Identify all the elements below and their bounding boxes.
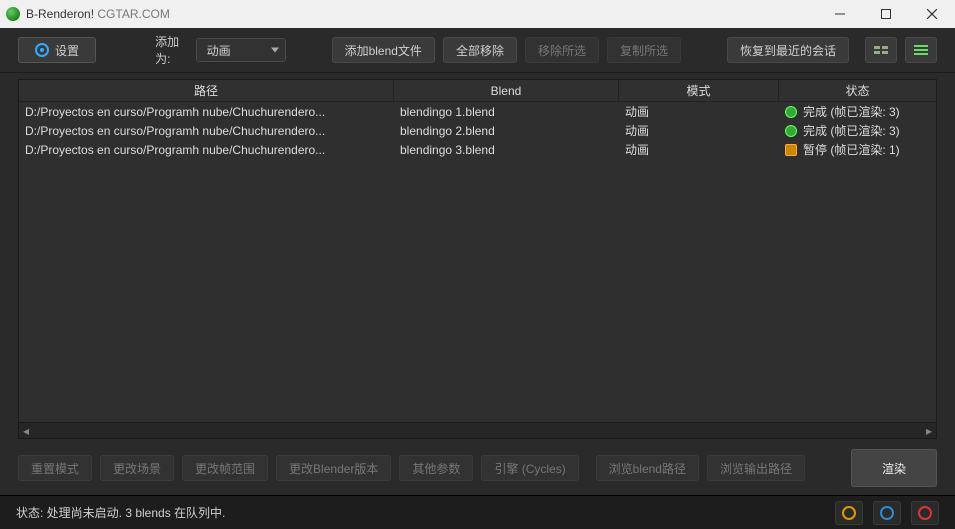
status-text-cell: 完成 (帧已渲染: 3) <box>803 122 900 139</box>
gear-icon <box>35 43 49 57</box>
col-header-path[interactable]: 路径 <box>19 80 394 101</box>
change-scene-button[interactable]: 更改场景 <box>100 455 174 481</box>
window-minimize-button[interactable] <box>817 0 863 28</box>
remove-all-button[interactable]: 全部移除 <box>443 37 517 63</box>
cell-path: D:/Proyectos en curso/Programh nube/Chuc… <box>19 121 394 140</box>
cell-path: D:/Proyectos en curso/Programh nube/Chuc… <box>19 102 394 121</box>
cell-blend: blendingo 1.blend <box>394 102 619 121</box>
engine-button[interactable]: 引擎 (Cycles) <box>481 455 578 481</box>
view-grid-button[interactable] <box>865 37 897 63</box>
table-row[interactable]: D:/Proyectos en curso/Programh nube/Chuc… <box>19 121 936 140</box>
add-blend-button[interactable]: 添加blend文件 <box>332 37 435 63</box>
status-text-cell: 完成 (帧已渲染: 3) <box>803 103 900 120</box>
window-maximize-button[interactable] <box>863 0 909 28</box>
remove-selected-label: 移除所选 <box>538 42 586 59</box>
browse-output-button[interactable]: 浏览输出路径 <box>707 455 805 481</box>
cell-status: 完成 (帧已渲染: 3) <box>779 121 936 140</box>
col-header-blend[interactable]: Blend <box>394 80 619 101</box>
grid-icon <box>874 46 888 54</box>
remove-all-label: 全部移除 <box>456 42 504 59</box>
add-as-select[interactable]: 动画 <box>196 38 286 62</box>
status-text: 状态: 处理尚未启动. 3 blends 在队列中. <box>16 504 225 521</box>
bottom-toolbar: 重置模式 更改场景 更改帧范围 更改Blender版本 其他参数 引擎 (Cyc… <box>0 441 955 495</box>
list-icon <box>914 45 928 55</box>
scroll-right-icon[interactable]: ▸ <box>922 424 936 438</box>
add-blend-label: 添加blend文件 <box>345 42 422 59</box>
change-range-button[interactable]: 更改帧范围 <box>182 455 268 481</box>
add-as-value: 动画 <box>207 42 231 59</box>
restore-session-button[interactable]: 恢复到最近的会话 <box>727 37 849 63</box>
other-args-button[interactable]: 其他参数 <box>399 455 473 481</box>
info-icon <box>842 506 856 520</box>
scroll-track[interactable] <box>47 424 908 438</box>
cell-status: 完成 (帧已渲染: 3) <box>779 102 936 121</box>
window-close-button[interactable] <box>909 0 955 28</box>
status-bar: 状态: 处理尚未启动. 3 blends 在队列中. <box>0 495 955 529</box>
browse-blend-button[interactable]: 浏览blend路径 <box>596 455 699 481</box>
app-icon <box>6 7 20 21</box>
table-row[interactable]: D:/Proyectos en curso/Programh nube/Chuc… <box>19 140 936 159</box>
copy-selected-label: 复制所选 <box>620 42 668 59</box>
settings-label: 设置 <box>55 42 79 59</box>
queue-table: 路径 Blend 模式 状态 D:/Proyectos en curso/Pro… <box>18 79 937 439</box>
table-body: D:/Proyectos en curso/Programh nube/Chuc… <box>19 102 936 422</box>
cell-status: 暂停 (帧已渲染: 1) <box>779 140 936 159</box>
horizontal-scrollbar[interactable]: ◂ ▸ <box>19 422 936 438</box>
render-label: 渲染 <box>882 460 906 477</box>
view-list-button[interactable] <box>905 37 937 63</box>
table-row[interactable]: D:/Proyectos en curso/Programh nube/Chuc… <box>19 102 936 121</box>
settings-small-icon <box>880 506 894 520</box>
col-header-mode[interactable]: 模式 <box>619 80 779 101</box>
power-button[interactable] <box>911 501 939 525</box>
power-icon <box>918 506 932 520</box>
scroll-left-icon[interactable]: ◂ <box>19 424 33 438</box>
reset-mode-button[interactable]: 重置模式 <box>18 455 92 481</box>
settings-button[interactable]: 设置 <box>18 37 96 63</box>
copy-selected-button[interactable]: 复制所选 <box>607 37 681 63</box>
titlebar: B-Renderon! CGTAR.COM <box>0 0 955 28</box>
add-as-label: 添加为: <box>155 33 188 67</box>
cell-mode: 动画 <box>619 121 779 140</box>
cell-blend: blendingo 3.blend <box>394 140 619 159</box>
config-button[interactable] <box>873 501 901 525</box>
toolbar: 设置 添加为: 动画 添加blend文件 全部移除 移除所选 复制所选 恢复到最… <box>0 28 955 73</box>
app-title: B-Renderon! CGTAR.COM <box>26 7 170 21</box>
checkmark-icon <box>785 106 797 118</box>
info-button[interactable] <box>835 501 863 525</box>
change-version-button[interactable]: 更改Blender版本 <box>276 455 391 481</box>
cell-blend: blendingo 2.blend <box>394 121 619 140</box>
checkmark-icon <box>785 125 797 137</box>
table-header: 路径 Blend 模式 状态 <box>19 80 936 102</box>
cell-mode: 动画 <box>619 102 779 121</box>
status-text-cell: 暂停 (帧已渲染: 1) <box>803 141 900 158</box>
remove-selected-button[interactable]: 移除所选 <box>525 37 599 63</box>
cell-path: D:/Proyectos en curso/Programh nube/Chuc… <box>19 140 394 159</box>
pause-icon <box>785 144 797 156</box>
render-button[interactable]: 渲染 <box>851 449 937 487</box>
cell-mode: 动画 <box>619 140 779 159</box>
restore-session-label: 恢复到最近的会话 <box>740 42 836 59</box>
col-header-status[interactable]: 状态 <box>779 80 936 101</box>
